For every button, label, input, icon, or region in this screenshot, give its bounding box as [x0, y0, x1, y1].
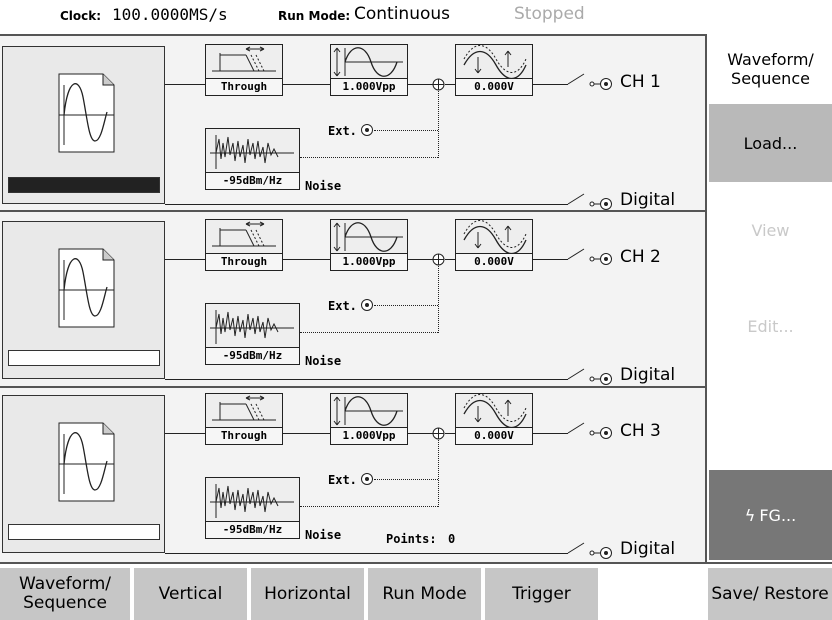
- offset-icon: [463, 394, 527, 428]
- output-switch-icon[interactable]: [566, 247, 614, 267]
- load-button[interactable]: Load...: [709, 104, 832, 182]
- status-bar: Clock: 100.0000MS/s Run Mode: Continuous…: [0, 0, 832, 34]
- bottom-waveform-sequence-button[interactable]: Waveform/ Sequence: [0, 568, 130, 620]
- lowpass-filter-icon: [212, 395, 276, 421]
- bottom-save-restore-button[interactable]: Save/ Restore: [708, 568, 832, 620]
- bottom-trigger-button[interactable]: Trigger: [485, 568, 598, 620]
- amplitude-block-1[interactable]: 1.000Vpp: [330, 44, 408, 96]
- offset-block-3[interactable]: 0.000V: [455, 393, 533, 445]
- amplitude-icon: [333, 47, 403, 77]
- fg-button-label: FG...: [759, 505, 797, 525]
- digital-switch-icon[interactable]: [566, 539, 614, 559]
- noise-icon: [210, 135, 294, 169]
- channel-panel-1: Through 1.000Vpp 0.000V CH 1 Ext. -95dBm…: [0, 36, 705, 210]
- noise-value-3: -95dBm/Hz: [206, 521, 299, 538]
- amplitude-value-1: 1.000Vpp: [331, 78, 407, 95]
- filter-value-1: Through: [206, 78, 282, 95]
- ch2-output-label: CH 2: [620, 247, 661, 267]
- amplitude-icon: [333, 396, 403, 426]
- filter-block-2[interactable]: Through: [205, 219, 283, 271]
- ch1-output-label: CH 1: [620, 72, 661, 92]
- offset-icon: [463, 45, 527, 79]
- noise-icon: [210, 310, 294, 344]
- noise-label-2: Noise: [305, 354, 342, 368]
- side-menu: Waveform/ Sequence Load... View Edit... …: [705, 34, 832, 562]
- digital-output-label-1: Digital: [620, 190, 676, 210]
- ext-label-2: Ext.: [328, 299, 357, 313]
- lowpass-filter-icon: [212, 221, 276, 247]
- noise-label-3: Noise: [305, 528, 342, 542]
- digital-output-label-3: Digital: [620, 539, 676, 559]
- run-mode-label: Run Mode:: [278, 9, 351, 23]
- bottom-vertical-button[interactable]: Vertical: [134, 568, 247, 620]
- amplitude-value-3: 1.000Vpp: [331, 427, 407, 444]
- filter-value-2: Through: [206, 253, 282, 270]
- ext-label-1: Ext.: [328, 124, 357, 138]
- waveform-preview-1[interactable]: [2, 46, 165, 204]
- noise-block-3[interactable]: -95dBm/Hz: [205, 477, 300, 539]
- fg-button[interactable]: ϟ FG...: [709, 470, 832, 560]
- channel-area: Through 1.000Vpp 0.000V CH 1 Ext. -95dBm…: [0, 34, 705, 564]
- ext-input-connector-icon: [361, 299, 373, 311]
- offset-block-2[interactable]: 0.000V: [455, 219, 533, 271]
- noise-label-1: Noise: [305, 179, 342, 193]
- noise-icon: [210, 484, 294, 518]
- amplitude-value-2: 1.000Vpp: [331, 253, 407, 270]
- ext-input-connector-icon: [361, 473, 373, 485]
- waveform-name-bar-2: [8, 350, 160, 366]
- run-state: Stopped: [514, 4, 585, 24]
- bottom-horizontal-button[interactable]: Horizontal: [251, 568, 364, 620]
- waveform-preview-2[interactable]: [2, 221, 165, 379]
- channel-panel-2: Through 1.000Vpp 0.000V CH 2 Ext. -95dBm…: [0, 213, 705, 387]
- summing-junction-icon: [432, 253, 445, 266]
- amplitude-icon: [333, 222, 403, 252]
- amplitude-block-3[interactable]: 1.000Vpp: [330, 393, 408, 445]
- filter-value-3: Through: [206, 427, 282, 444]
- lowpass-filter-icon: [212, 46, 276, 72]
- digital-output-label-2: Digital: [620, 365, 676, 385]
- points-label: Points:: [386, 532, 437, 546]
- summing-junction-icon: [432, 427, 445, 440]
- waveform-preview-3[interactable]: [2, 395, 165, 553]
- run-mode-value: Continuous: [354, 4, 451, 24]
- digital-switch-icon[interactable]: [566, 365, 614, 385]
- summing-junction-icon: [432, 78, 445, 91]
- output-switch-icon[interactable]: [566, 72, 614, 92]
- channel-separator: [0, 386, 705, 388]
- waveform-name-bar-3: [8, 524, 160, 540]
- offset-block-1[interactable]: 0.000V: [455, 44, 533, 96]
- ext-label-3: Ext.: [328, 473, 357, 487]
- lightning-icon: ϟ: [744, 505, 756, 525]
- edit-button[interactable]: Edit...: [709, 280, 832, 372]
- offset-value-2: 0.000V: [456, 253, 532, 270]
- bottom-run-mode-button[interactable]: Run Mode: [368, 568, 481, 620]
- ch3-output-label: CH 3: [620, 421, 661, 441]
- offset-icon: [463, 220, 527, 254]
- noise-value-2: -95dBm/Hz: [206, 347, 299, 364]
- channel-panel-3: Through 1.000Vpp 0.000V CH 3 Ext. -95dBm…: [0, 389, 705, 563]
- filter-block-3[interactable]: Through: [205, 393, 283, 445]
- view-button[interactable]: View: [709, 192, 832, 268]
- offset-value-1: 0.000V: [456, 78, 532, 95]
- noise-block-2[interactable]: -95dBm/Hz: [205, 303, 300, 365]
- output-switch-icon[interactable]: [566, 421, 614, 441]
- clock-label: Clock:: [60, 9, 102, 23]
- bottom-empty-slot: [602, 568, 704, 620]
- clock-value: 100.0000MS/s: [112, 5, 228, 24]
- side-menu-title: Waveform/ Sequence: [709, 38, 832, 100]
- noise-value-1: -95dBm/Hz: [206, 172, 299, 189]
- amplitude-block-2[interactable]: 1.000Vpp: [330, 219, 408, 271]
- bottom-menu: Waveform/ Sequence Vertical Horizontal R…: [0, 562, 832, 620]
- points-value: 0: [448, 532, 456, 546]
- noise-block-1[interactable]: -95dBm/Hz: [205, 128, 300, 190]
- ext-input-connector-icon: [361, 124, 373, 136]
- digital-switch-icon[interactable]: [566, 190, 614, 210]
- offset-value-3: 0.000V: [456, 427, 532, 444]
- filter-block-1[interactable]: Through: [205, 44, 283, 96]
- channel-separator: [0, 210, 705, 212]
- waveform-name-bar-1: [8, 177, 160, 193]
